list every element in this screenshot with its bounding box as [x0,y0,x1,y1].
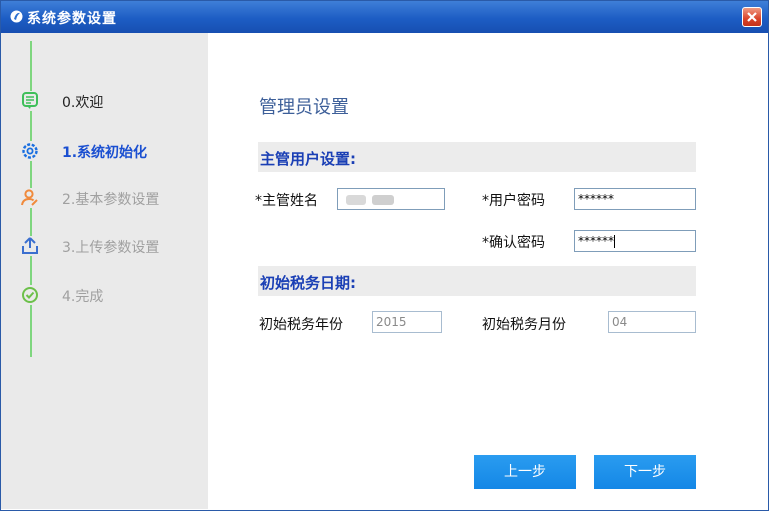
upload-icon [20,236,40,256]
main-panel: 管理员设置 主管用户设置: *主管姓名 *用户密码 ****** *确认密码 *… [208,33,768,510]
title-bar[interactable]: 系统参数设置 [1,1,768,33]
step-welcome[interactable]: 0.欢迎 [17,89,207,113]
step-label: 3.上传参数设置 [62,240,160,256]
window-title: 系统参数设置 [27,11,117,27]
user-edit-icon [20,188,40,208]
text-cursor [614,235,615,248]
tax-month-input[interactable]: 04 [608,311,696,333]
close-icon [747,12,757,22]
app-logo-icon [10,10,23,23]
redacted-text [346,195,366,205]
step-finish[interactable]: 4.完成 [17,283,207,307]
section-title: 主管用户设置: [260,150,356,168]
section-title: 初始税务日期: [260,274,356,292]
page-title: 管理员设置 [259,97,349,118]
step-label: 4.完成 [62,289,104,305]
confirm-password-input[interactable]: ****** [574,230,696,252]
step-basic-params[interactable]: 2.基本参数设置 [17,186,207,210]
step-label: 1.系统初始化 [62,145,148,161]
gear-icon [20,141,40,161]
step-system-init[interactable]: 1.系统初始化 [17,139,207,163]
confirm-password-label: *确认密码 [482,235,545,251]
tax-year-label: 初始税务年份 [259,317,343,333]
section-supervisor: 主管用户设置: [258,142,696,172]
supervisor-name-label: *主管姓名 [255,193,318,209]
supervisor-name-input[interactable] [337,188,445,210]
user-password-label: *用户密码 [482,193,545,209]
check-circle-icon [20,285,40,305]
section-tax-date: 初始税务日期: [258,266,696,296]
user-password-input[interactable]: ****** [574,188,696,210]
tax-year-input[interactable]: 2015 [372,311,442,333]
close-button[interactable] [742,7,762,27]
wizard-sidebar: 0.欢迎 1.系统初始化 2.基本参数设置 3.上传参数设置 4.完成 [1,33,208,509]
step-label: 2.基本参数设置 [62,192,160,208]
step-label: 0.欢迎 [62,95,104,111]
redacted-text [372,195,394,205]
dialog-window: 系统参数设置 0.欢迎 1.系统初始化 2.基本参数设置 3.上传参数设置 4.… [0,0,769,511]
prev-button[interactable]: 上一步 [474,455,576,489]
tax-month-label: 初始税务月份 [482,317,566,333]
next-button[interactable]: 下一步 [594,455,696,489]
step-upload-params[interactable]: 3.上传参数设置 [17,234,207,258]
message-icon [20,91,40,111]
